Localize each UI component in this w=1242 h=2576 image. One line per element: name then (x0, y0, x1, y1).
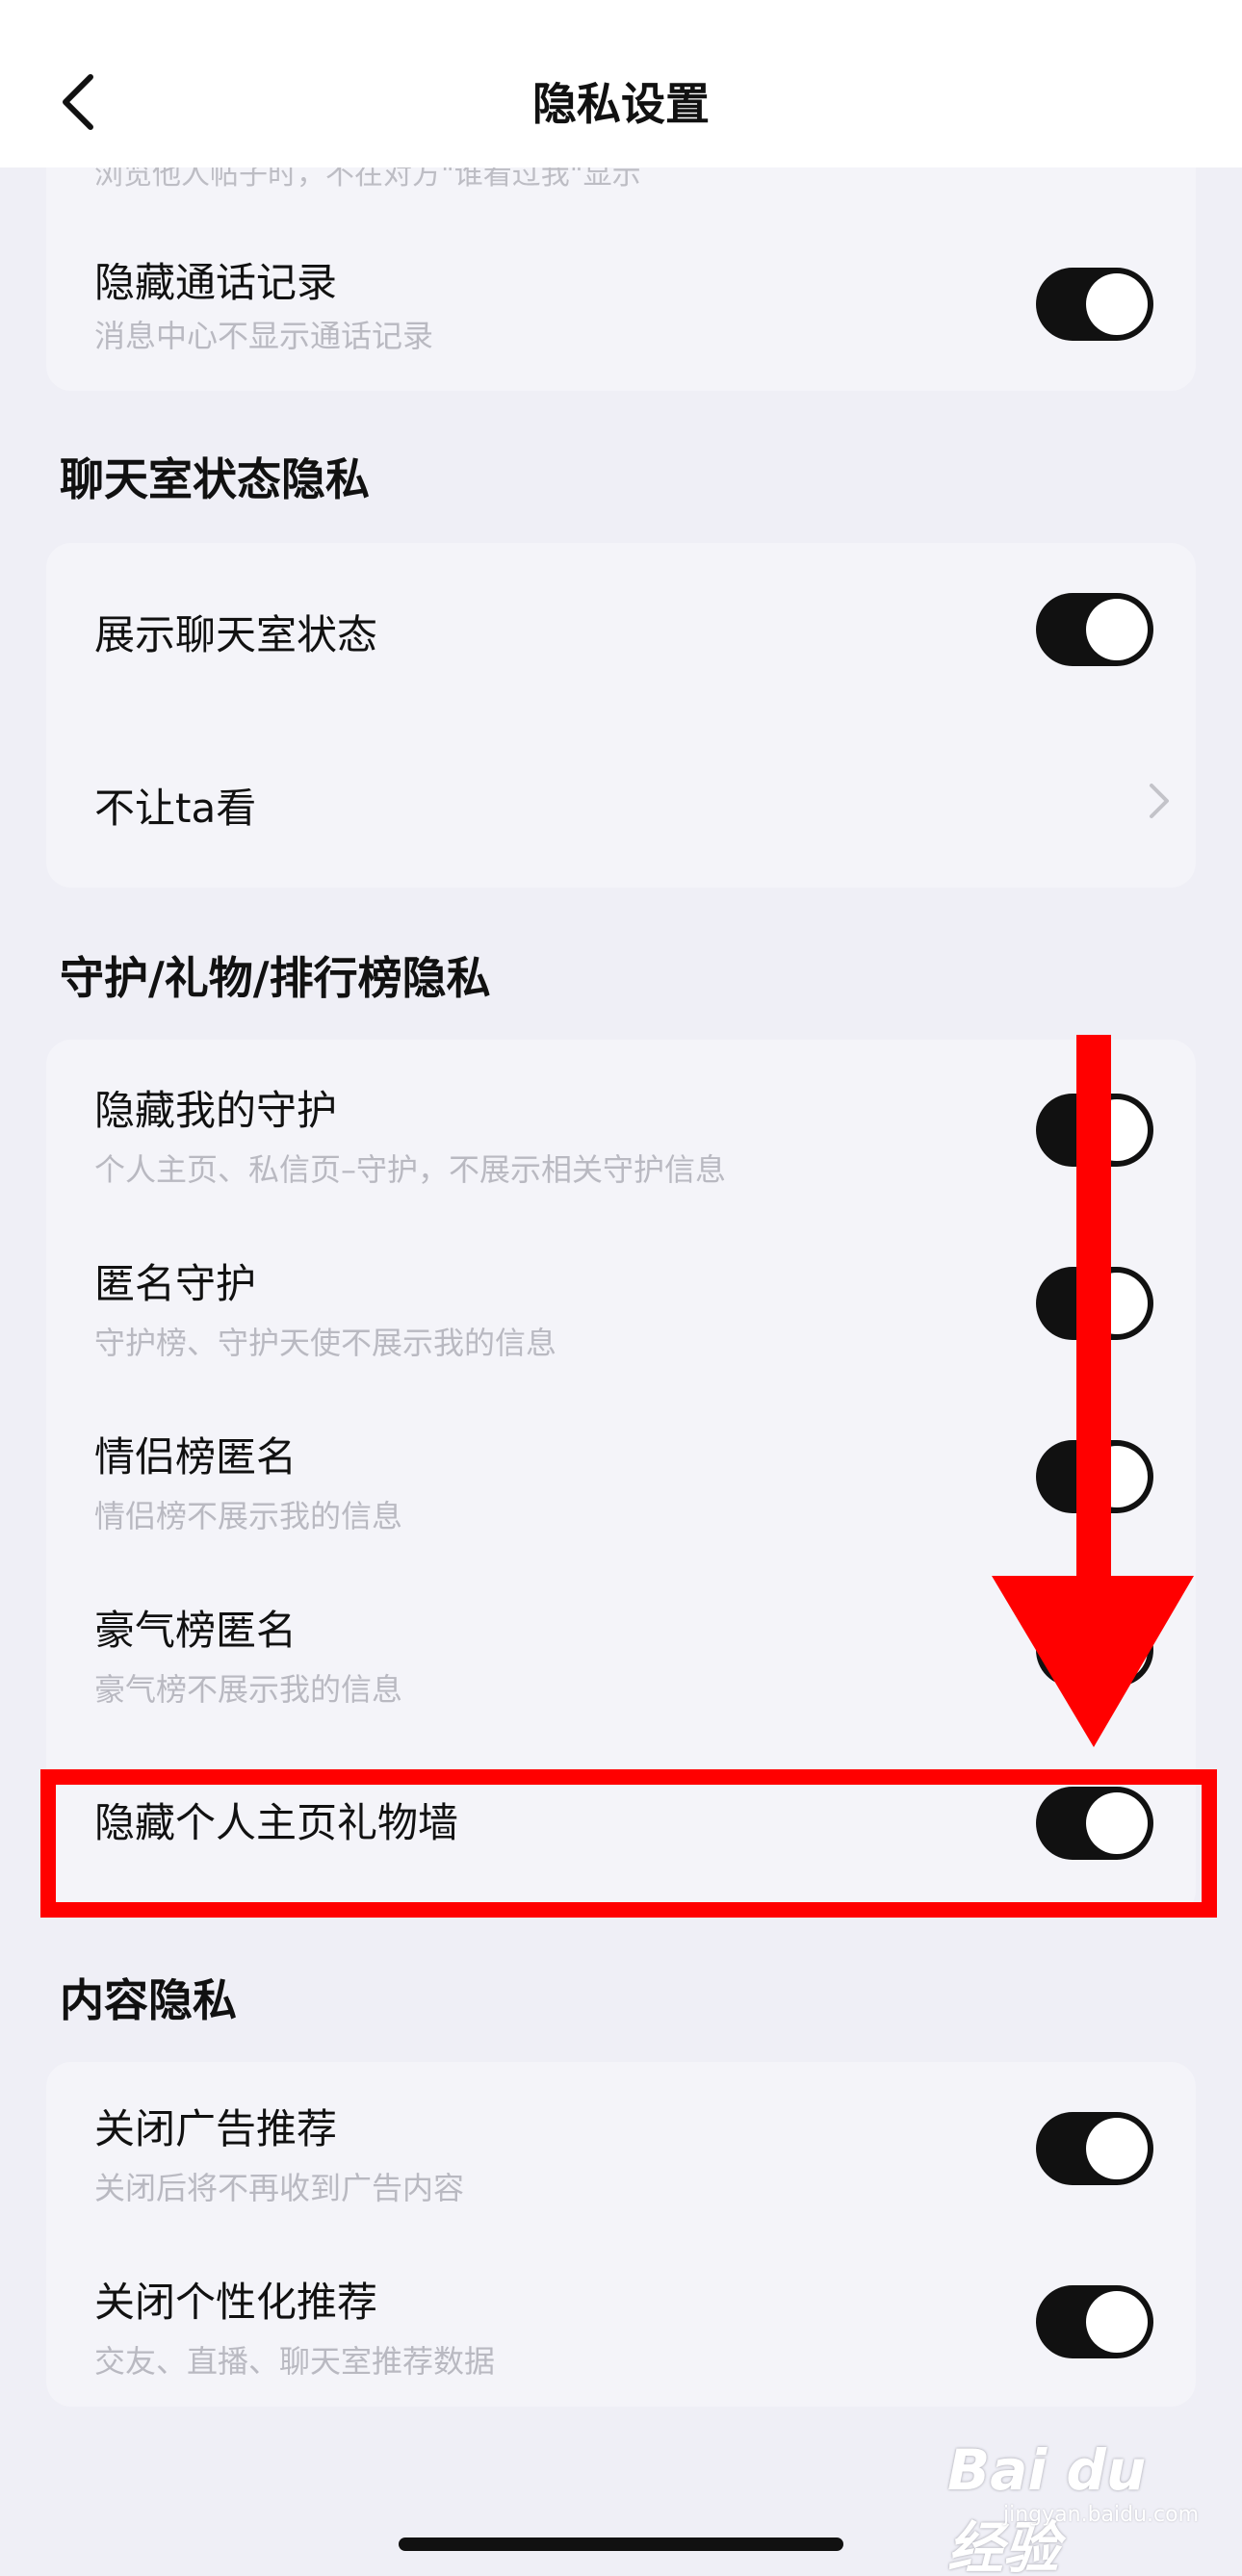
row-subtitle: 关闭后将不再收到广告内容 (94, 2170, 465, 2206)
toggle-knob (1086, 2118, 1148, 2179)
section-title-content: 内容隐私 (60, 1974, 237, 2026)
hide-gift-wall-toggle[interactable] (1036, 1787, 1153, 1860)
section-title-guard: 守护/礼物/排行榜隐私 (60, 952, 491, 1004)
home-indicator (399, 2537, 843, 2551)
row-subtitle: 情侣榜不展示我的信息 (94, 1498, 403, 1534)
row-title: 关闭广告推荐 (94, 2105, 338, 2152)
row-title: 展示聊天室状态 (94, 611, 378, 658)
row-subtitle: 消息中心不显示通话记录 (94, 318, 434, 354)
section-title-chatroom: 聊天室状态隐私 (60, 453, 370, 505)
close-personalized-recommend-toggle[interactable] (1036, 2285, 1153, 2358)
row-title: 匿名守护 (94, 1260, 257, 1307)
row-title: 隐藏个人主页礼物墙 (94, 1799, 459, 1846)
row-title: 关闭个性化推荐 (94, 2279, 378, 2326)
row-title: 不让ta看 (94, 785, 257, 832)
toggle-knob (1086, 599, 1148, 660)
row-title: 豪气榜匿名 (94, 1607, 298, 1654)
annotation-arrow (992, 1035, 1194, 1747)
chevron-right-icon (1140, 772, 1178, 830)
hide-call-records-toggle[interactable] (1036, 268, 1153, 341)
row-title: 隐藏通话记录 (94, 259, 338, 306)
close-ad-recommend-toggle[interactable] (1036, 2112, 1153, 2185)
baidu-jingyan-watermark: Bai du 经验 jingyan.baidu.com (947, 2426, 1207, 2576)
page-title: 隐私设置 (532, 78, 710, 130)
row-title: 隐藏我的守护 (94, 1087, 338, 1134)
row-subtitle: 个人主页、私信页–守护，不展示相关守护信息 (94, 1151, 727, 1188)
toggle-knob (1086, 273, 1148, 335)
row-subtitle: 豪气榜不展示我的信息 (94, 1671, 403, 1708)
row-subtitle: 守护榜、守护天使不展示我的信息 (94, 1325, 557, 1361)
row-hide-from[interactable]: 不让ta看 (46, 716, 1196, 888)
toggle-knob (1086, 2291, 1148, 2353)
row-subtitle: 交友、直播、聊天室推荐数据 (94, 2343, 496, 2380)
card-chatroom: 展示聊天室状态 不让ta看 (46, 543, 1196, 888)
show-chatroom-status-toggle[interactable] (1036, 593, 1153, 666)
card-content: 关闭广告推荐 关闭后将不再收到广告内容 关闭个性化推荐 交友、直播、聊天室推荐数… (46, 2062, 1196, 2407)
row-close-ad-recommend: 关闭广告推荐 关闭后将不再收到广告内容 (46, 2062, 1196, 2235)
nav-bar: 隐私设置 (0, 0, 1242, 167)
watermark-url: jingyan.baidu.com (1003, 2503, 1200, 2527)
row-show-chatroom-status: 展示聊天室状态 (46, 543, 1196, 716)
row-close-personalized-recommend: 关闭个性化推荐 交友、直播、聊天室推荐数据 (46, 2235, 1196, 2407)
row-title: 情侣榜匿名 (94, 1433, 298, 1481)
toggle-knob (1086, 1792, 1148, 1854)
row-hide-gift-wall: 隐藏个人主页礼物墙 (46, 1733, 1196, 1916)
